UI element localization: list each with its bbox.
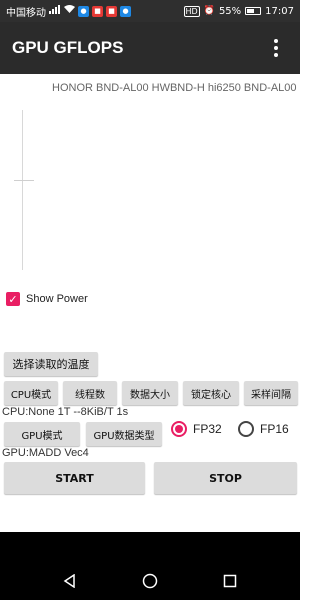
cpu-status: CPU:None 1T --8KiB/T 1s [2,406,129,418]
cpu-mode-button[interactable]: CPU模式 [4,381,58,405]
battery-percent: 55% [218,5,242,17]
overflow-dot [274,39,278,43]
fp32-radio-indicator[interactable] [171,421,187,437]
status-right: HD ⏰ 55% 17:07 [183,5,294,17]
show-power-row[interactable]: ✓ Show Power [6,292,88,306]
back-icon[interactable] [55,566,85,596]
fp32-label: FP32 [193,422,222,436]
gpu-data-type-button[interactable]: GPU数据类型 [86,422,162,446]
notification-icon: ■ [92,5,103,17]
start-button[interactable]: START [4,462,145,494]
gpu-mode-button[interactable]: GPU模式 [4,422,80,446]
notification-icon: ● [120,5,131,17]
status-bar: 中国移动 ● ■ ■ ● HD ⏰ 55% 17:07 [0,0,300,22]
gpu-status: GPU:MADD Vec4 [2,447,89,459]
fp16-radio-indicator[interactable] [238,421,254,437]
sample-interval-button[interactable]: 采样间隔 [244,381,298,405]
overflow-dot [274,53,278,57]
battery-icon [245,7,262,15]
home-icon[interactable] [135,566,165,596]
carrier-label: 中国移动 [6,7,46,19]
app-title: GPU GFLOPS [12,38,124,57]
signal-icon [49,5,61,17]
fp16-radio[interactable]: FP16 [238,421,289,437]
fp32-radio[interactable]: FP32 [171,421,222,437]
stop-button[interactable]: STOP [154,462,297,494]
app-bar: GPU GFLOPS [0,22,300,74]
data-size-button[interactable]: 数据大小 [122,381,178,405]
battery-fill [247,9,254,13]
clock: 17:07 [265,5,294,17]
alarm-icon: ⏰ [203,5,215,16]
overflow-menu-icon[interactable] [264,36,288,60]
notification-icon: ■ [106,5,117,17]
select-temperature-button[interactable]: 选择读取的温度 [4,352,98,376]
status-left: 中国移动 ● ■ ■ ● [6,4,131,19]
lock-core-button[interactable]: 锁定核心 [183,381,239,405]
wifi-icon [64,5,75,17]
navigation-bar [0,562,300,600]
show-power-checkbox[interactable]: ✓ [6,292,20,306]
hd-badge: HD [183,5,200,17]
fp16-label: FP16 [260,422,289,436]
recents-icon[interactable] [215,566,245,596]
chart-y-axis [22,110,23,270]
chart-tick [14,180,34,181]
show-power-label: Show Power [26,293,88,305]
overflow-dot [274,46,278,50]
threads-button[interactable]: 线程数 [63,381,117,405]
device-info: HONOR BND-AL00 HWBND-H hi6250 BND-AL00 [52,82,297,94]
notification-icon: ● [78,5,89,17]
power-chart [14,100,298,278]
